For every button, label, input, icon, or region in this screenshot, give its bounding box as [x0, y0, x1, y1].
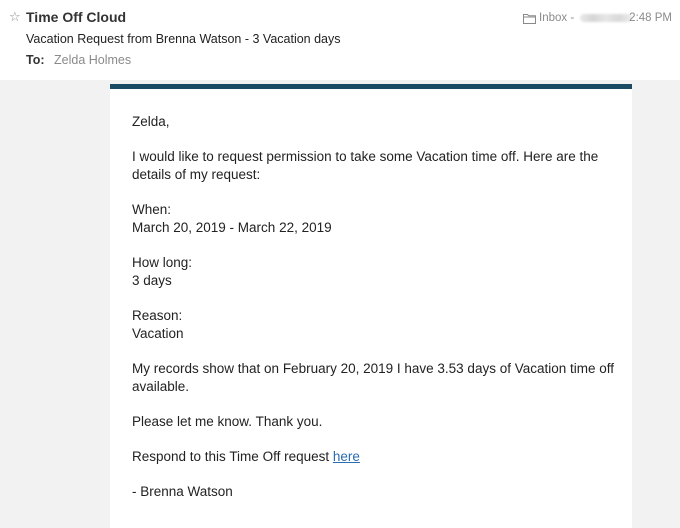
star-icon[interactable]: ☆: [9, 9, 21, 25]
recipient-row: To: Zelda Holmes: [26, 52, 131, 68]
recipient-name[interactable]: Zelda Holmes: [54, 53, 131, 67]
email-body-card: Zelda, I would like to request permissio…: [110, 84, 632, 528]
when-block: When: March 20, 2019 - March 22, 2019: [132, 201, 622, 237]
folder-icon: [523, 13, 536, 24]
email-body: Zelda, I would like to request permissio…: [132, 113, 622, 518]
closing-paragraph: Please let me know. Thank you.: [132, 414, 323, 429]
respond-link[interactable]: here: [333, 449, 360, 464]
email-header: ☆ Time Off Cloud Vacation Request from B…: [0, 0, 680, 80]
respond-paragraph: Respond to this Time Off request here: [132, 448, 622, 466]
mailbox-label: Inbox -: [539, 12, 575, 24]
intro-paragraph: I would like to request permission to ta…: [132, 149, 599, 182]
to-label: To:: [26, 53, 45, 67]
sender-name: Time Off Cloud: [26, 9, 127, 25]
signature: - Brenna Watson: [132, 484, 233, 499]
redacted-account: [580, 14, 633, 22]
duration-value: 3 days: [132, 273, 172, 288]
email-subject: Vacation Request from Brenna Watson - 3 …: [26, 32, 341, 46]
reason-value: Vacation: [132, 326, 184, 341]
received-time: 2:48 PM: [629, 12, 672, 24]
duration-label: How long:: [132, 255, 193, 270]
when-label: When:: [132, 202, 172, 217]
reason-block: Reason: Vacation: [132, 307, 622, 343]
mailbox-location[interactable]: Inbox -: [523, 10, 633, 26]
duration-block: How long: 3 days: [132, 254, 622, 290]
when-value: March 20, 2019 - March 22, 2019: [132, 220, 332, 235]
records-paragraph: My records show that on February 20, 201…: [132, 361, 615, 394]
respond-text: Respond to this Time Off request: [132, 449, 330, 464]
greeting: Zelda,: [132, 114, 170, 129]
reason-label: Reason:: [132, 308, 183, 323]
